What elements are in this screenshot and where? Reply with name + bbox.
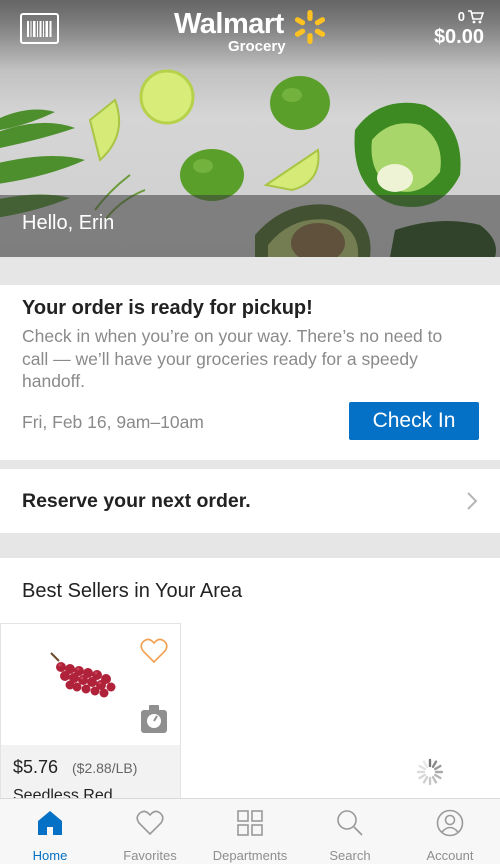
tab-search[interactable]: Search	[300, 799, 400, 864]
tab-departments[interactable]: Departments	[200, 799, 300, 864]
weighted-item-scale-icon	[141, 705, 167, 733]
red-grapes-image	[50, 652, 116, 698]
check-in-button[interactable]: Check In	[349, 402, 479, 440]
barcode-icon	[27, 21, 52, 37]
tab-home[interactable]: Home	[0, 799, 100, 864]
hero-banner: Walmart Grocery 0 $0.00 Hello, Erin	[0, 0, 500, 257]
pickup-ready-card: Your order is ready for pickup! Check in…	[0, 285, 500, 460]
bottom-tab-bar: Home Favorites Departments Search Accoun…	[0, 798, 500, 864]
spark-icon	[294, 10, 326, 44]
product-price: $5.76	[13, 757, 59, 777]
tab-label: Search	[329, 848, 371, 863]
cart-icon	[468, 9, 484, 23]
cart-count: 0	[457, 9, 465, 24]
brand-sub: Grocery	[228, 38, 286, 55]
loading-spinner-icon	[416, 758, 444, 786]
account-icon	[436, 809, 464, 837]
heart-icon	[136, 810, 164, 836]
tab-account[interactable]: Account	[400, 799, 500, 864]
barcode-scanner-button[interactable]	[20, 13, 59, 44]
tab-label: Departments	[212, 848, 288, 863]
cart-button[interactable]: 0 $0.00	[434, 9, 484, 49]
reserve-next-order-row[interactable]: Reserve your next order.	[0, 469, 500, 533]
brand-name: Walmart	[174, 8, 284, 40]
section-title: Best Sellers in Your Area	[22, 580, 243, 602]
order-title: Your order is ready for pickup!	[22, 297, 313, 319]
tab-label: Home	[32, 848, 68, 863]
product-card[interactable]: $5.76 ($2.88/LB) Seedless Red	[0, 623, 181, 798]
favorite-heart-icon[interactable]	[140, 638, 168, 664]
chevron-right-icon	[467, 492, 478, 510]
order-description: Check in when you’re on your way. There’…	[22, 326, 443, 391]
tab-label: Account	[426, 848, 474, 863]
reserve-label: Reserve your next order.	[22, 490, 251, 512]
walmart-grocery-logo: Walmart Grocery	[174, 8, 329, 56]
grid-icon	[237, 810, 263, 836]
greeting-text: Hello, Erin	[22, 212, 115, 234]
product-name: Seedless Red	[13, 787, 113, 798]
tab-label: Favorites	[123, 848, 177, 863]
search-icon	[337, 810, 363, 836]
tab-favorites[interactable]: Favorites	[100, 799, 200, 864]
best-sellers-section: Best Sellers in Your Area $5.76 ($2.88/L…	[0, 558, 500, 798]
cart-total: $0.00	[433, 26, 484, 48]
home-icon	[38, 811, 62, 835]
product-unit-price: ($2.88/LB)	[72, 760, 138, 776]
pickup-time: Fri, Feb 16, 9am–10am	[22, 412, 204, 432]
